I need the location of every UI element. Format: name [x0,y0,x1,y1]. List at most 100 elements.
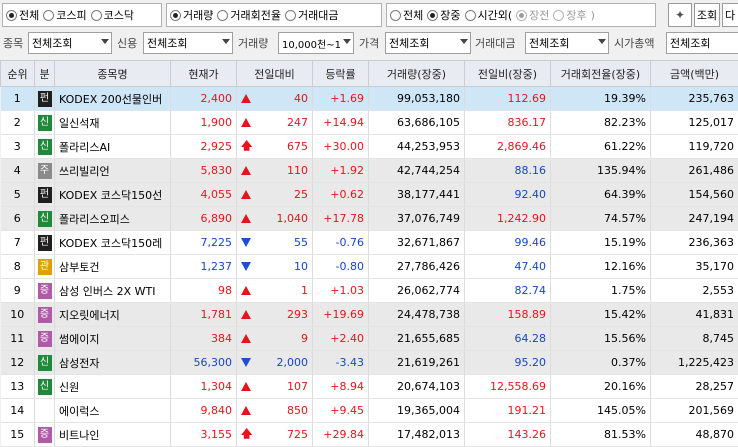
table-row[interactable]: 15증비트나인3,155🡅725+29.8417,482,013143.2681… [1,423,738,447]
table-row[interactable]: 4주쓰리빌리언5,830110+1.9242,744,25488.16135.9… [1,159,738,183]
col-turnover[interactable]: 거래회전율(장중) [551,61,651,87]
table-row[interactable]: 6신폴라리스오피스6,8901,040+17.7837,076,7491,242… [1,207,738,231]
table-row[interactable]: 9증삼성 인버스 2X WTI981+1.0326,062,77482.741.… [1,279,738,303]
col-prev-ratio[interactable]: 전일비(장중) [465,61,551,87]
cell-volume: 26,062,774 [369,279,465,303]
cell-name[interactable]: KODEX 코스닥150선 [55,183,171,207]
cell-prev-ratio: 836.17 [465,111,551,135]
session-radio-pre[interactable]: 장전 [516,7,549,23]
market-radio-all[interactable]: 전체 [6,7,39,23]
category-badge: 신 [38,139,52,155]
col-price[interactable]: 현재가 [171,61,237,87]
table-row[interactable]: 10증지오릿에너지1,781293+19.6924,478,738158.891… [1,303,738,327]
sort-radio-amount[interactable]: 거래대금 [285,7,338,23]
search-button[interactable]: 조회 [694,3,720,27]
category-badge: 주 [38,163,52,179]
cell-turnover: 145.05% [551,399,651,423]
mcap-filter-label: 시가총액 [614,35,654,51]
col-rank[interactable]: 순위 [1,61,35,87]
cell-name[interactable]: 폴라리스오피스 [55,207,171,231]
volume-filter-combo[interactable]: 10,000천~1 [278,32,354,54]
settings-button[interactable]: ✦ [668,3,692,27]
cell-amount: 2,553 [651,279,738,303]
table-row[interactable]: 3신폴라리스AI2,925🡅675+30.0044,253,9532,869.4… [1,135,738,159]
cell-rank: 14 [1,399,35,423]
cell-prev-ratio: 112.69 [465,87,551,111]
table-row[interactable]: 11증썸에이지3849+2.4021,655,68564.2815.56%8,7… [1,327,738,351]
next-button[interactable]: 다 [722,3,738,27]
cell-turnover: 19.39% [551,87,651,111]
cell-category: 증 [35,327,55,351]
cell-change: 110 [237,159,313,183]
cell-name[interactable]: 삼성 인버스 2X WTI [55,279,171,303]
cell-change: 1 [237,279,313,303]
radio-icon [6,10,17,21]
cell-rate: +1.92 [313,159,369,183]
amount-filter-combo[interactable]: 전체조회 [525,32,609,54]
table-row[interactable]: 7펀KODEX 코스닥150레7,22555-0.7632,671,86799.… [1,231,738,255]
sort-radio-turnover[interactable]: 거래회전율 [217,7,281,23]
market-radio-kosdaq[interactable]: 코스닥 [91,7,134,23]
cell-rate: -0.80 [313,255,369,279]
session-radio-regular[interactable]: 장중 [427,7,460,23]
up-triangle-icon [241,310,251,319]
up-triangle-icon [241,406,251,415]
table-row[interactable]: 14에이럭스9,840850+9.4519,365,004191.21145.0… [1,399,738,423]
col-change[interactable]: 전일대비 [237,61,313,87]
cell-rank: 11 [1,327,35,351]
cell-name[interactable]: KODEX 코스닥150레 [55,231,171,255]
cell-name[interactable]: 삼성전자 [55,351,171,375]
mcap-filter-combo[interactable]: 전체조회 [666,32,738,54]
up-triangle-icon [241,166,251,175]
col-rate[interactable]: 등락률 [313,61,369,87]
cell-rank: 8 [1,255,35,279]
cell-name[interactable]: 지오릿에너지 [55,303,171,327]
cell-name[interactable]: 쓰리빌리언 [55,159,171,183]
session-radio-all[interactable]: 전체 [390,7,423,23]
col-amount[interactable]: 금액(백만) [651,61,738,87]
cell-turnover: 15.42% [551,303,651,327]
cell-category: 펀 [35,87,55,111]
cell-name[interactable]: KODEX 200선물인버 [55,87,171,111]
change-value: 25 [294,188,308,201]
cell-price: 3,155 [171,423,237,447]
cell-name[interactable]: 폴라리스AI [55,135,171,159]
cell-name[interactable]: 에이럭스 [55,399,171,423]
cell-rank: 4 [1,159,35,183]
stock-filter-combo[interactable]: 전체조회 [28,32,112,54]
chevron-down-icon [460,39,468,44]
cell-rate: -3.43 [313,351,369,375]
category-badge: 증 [38,307,52,323]
credit-filter-combo[interactable]: 전체조회 [143,32,233,54]
table-row[interactable]: 12신삼성전자56,3002,000-3.4321,619,26195.200.… [1,351,738,375]
table-row[interactable]: 5펀KODEX 코스닥150선4,05525+0.6238,177,44192.… [1,183,738,207]
up-triangle-icon [241,118,251,127]
cell-volume: 44,253,953 [369,135,465,159]
col-category[interactable]: 분 [35,61,55,87]
cell-price: 1,304 [171,375,237,399]
table-row[interactable]: 13신신원1,304107+8.9420,674,10312,558.6920.… [1,375,738,399]
cell-change: 2,000 [237,351,313,375]
cell-change: 40 [237,87,313,111]
col-name[interactable]: 종목명 [55,61,171,87]
cell-name[interactable]: 썸에이지 [55,327,171,351]
table-row[interactable]: 1펀KODEX 200선물인버2,40040+1.6999,053,180112… [1,87,738,111]
cell-name[interactable]: 일신석재 [55,111,171,135]
session-radio-post[interactable]: 장후 [553,7,586,23]
price-filter-combo[interactable]: 전체조회 [385,32,471,54]
cell-name[interactable]: 비트나인 [55,423,171,447]
cell-rate: +1.03 [313,279,369,303]
col-volume[interactable]: 거래량(장중) [369,61,465,87]
cell-volume: 37,076,749 [369,207,465,231]
market-radio-kospi[interactable]: 코스피 [43,7,86,23]
table-row[interactable]: 8관삼부토건1,23710-0.8027,786,42647.4012.16%3… [1,255,738,279]
cell-rate: +1.69 [313,87,369,111]
session-radio-afterhours[interactable]: 시간외( [465,7,513,23]
cell-name[interactable]: 삼부토건 [55,255,171,279]
cell-name[interactable]: 신원 [55,375,171,399]
cell-change: 10 [237,255,313,279]
amount-filter-label: 거래대금 [475,35,515,51]
chevron-down-icon [343,39,351,44]
table-row[interactable]: 2신일신석재1,900247+14.9463,686,105836.1782.2… [1,111,738,135]
sort-radio-volume[interactable]: 거래량 [170,7,213,23]
